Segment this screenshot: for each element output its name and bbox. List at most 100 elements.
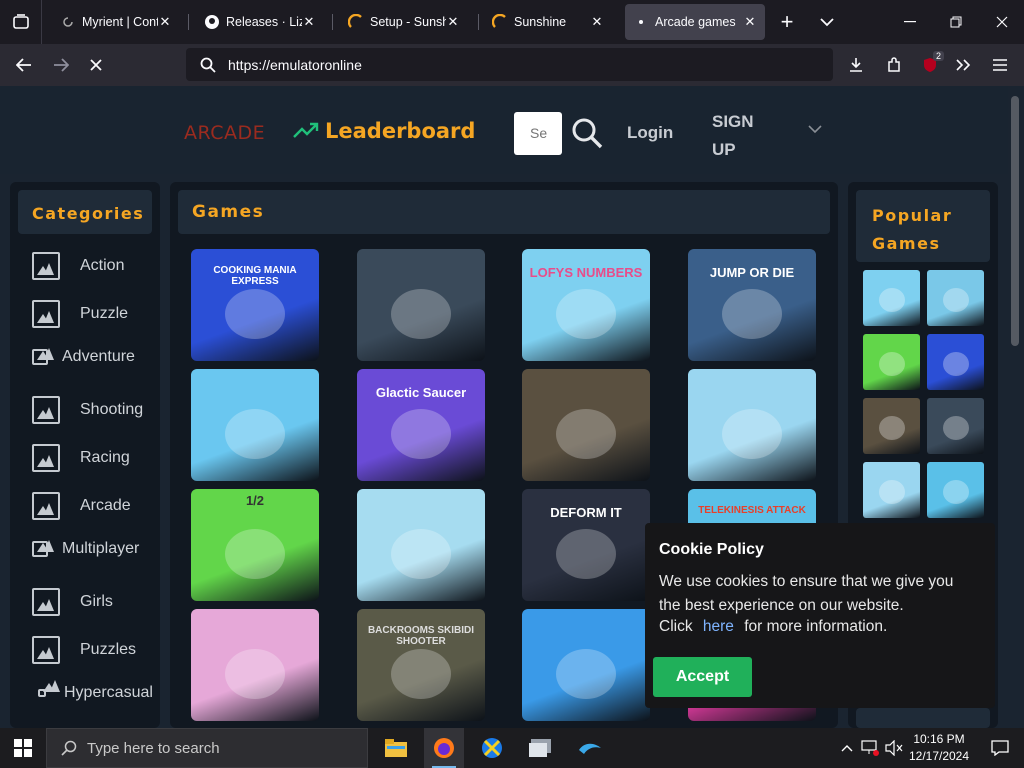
popular-game-thumbnail[interactable] — [927, 462, 984, 518]
nav-arcade-link[interactable]: ARCADE — [184, 122, 265, 144]
game-thumbnail[interactable] — [357, 249, 485, 361]
nav-leaderboard-link[interactable]: Leaderboard — [293, 119, 475, 143]
minimize-icon[interactable] — [890, 0, 930, 44]
popular-game-thumbnail[interactable] — [863, 462, 920, 518]
popular-game-art — [879, 352, 905, 376]
tab-arcade-games[interactable]: Arcade games ✕ — [625, 4, 765, 40]
firefox-icon[interactable] — [424, 728, 464, 768]
close-tab-icon[interactable]: ✕ — [446, 14, 460, 30]
category-item[interactable]: Hypercasual — [32, 680, 153, 702]
extensions-icon[interactable] — [876, 44, 912, 86]
game-art — [556, 649, 616, 699]
game-thumbnail[interactable] — [357, 489, 485, 601]
windows-logo-icon — [14, 739, 32, 757]
dolphin-emulator-icon[interactable] — [570, 728, 610, 768]
game-thumbnail[interactable]: 1/2 — [191, 489, 319, 601]
xbox-app-icon[interactable] — [472, 728, 512, 768]
network-icon[interactable] — [858, 728, 882, 768]
game-thumbnail[interactable] — [191, 609, 319, 721]
game-thumbnail[interactable]: Glactic Saucer — [357, 369, 485, 481]
game-thumbnail[interactable] — [522, 369, 650, 481]
accept-cookies-button[interactable]: Accept — [653, 657, 752, 697]
site-search-input[interactable] — [514, 112, 562, 155]
cookie-more-suffix: for more information. — [744, 618, 888, 635]
category-item[interactable]: Action — [32, 252, 124, 280]
close-window-icon[interactable] — [982, 0, 1022, 44]
category-item[interactable]: Racing — [32, 444, 130, 472]
category-label: Racing — [80, 449, 130, 466]
game-thumbnail[interactable] — [191, 369, 319, 481]
login-link[interactable]: Login — [627, 123, 673, 143]
leaderboard-label: Leaderboard — [325, 119, 476, 143]
popular-game-thumbnail[interactable] — [863, 398, 920, 454]
chevron-up-icon[interactable] — [836, 728, 858, 768]
menu-icon[interactable] — [982, 44, 1018, 86]
photos-app-icon[interactable] — [520, 728, 560, 768]
tab-label: Setup - Sunshin — [370, 15, 446, 29]
list-all-tabs-button[interactable] — [0, 0, 42, 44]
game-thumbnail[interactable] — [522, 609, 650, 721]
chevron-down-icon[interactable] — [812, 0, 842, 44]
game-thumbnail[interactable]: LOFYS NUMBERS — [522, 249, 650, 361]
popular-game-thumbnail[interactable] — [927, 334, 984, 390]
forward-icon[interactable] — [43, 44, 79, 86]
cookie-here-link[interactable]: here — [703, 618, 734, 635]
game-thumbnail[interactable]: JUMP OR DIE — [688, 249, 816, 361]
game-thumbnail[interactable]: BACKROOMS SKIBIDI SHOOTER — [357, 609, 485, 721]
game-thumbnail[interactable] — [688, 369, 816, 481]
address-bar[interactable]: https://emulatoronline — [186, 48, 833, 81]
image-icon — [32, 300, 60, 328]
search-icon[interactable] — [570, 116, 604, 150]
new-tab-icon[interactable]: + — [772, 0, 802, 44]
close-tab-icon[interactable]: ✕ — [302, 14, 316, 30]
windows-taskbar: Type here to search 10:16 PM 12/17/2024 — [0, 728, 1024, 768]
category-item[interactable]: Shooting — [32, 396, 143, 424]
category-item[interactable]: Arcade — [32, 492, 131, 520]
tab-releases[interactable]: Releases · Lizard ✕ — [196, 4, 324, 40]
image-icon — [32, 588, 60, 616]
restore-icon[interactable] — [936, 0, 976, 44]
start-button[interactable] — [3, 728, 43, 768]
close-tab-icon[interactable]: ✕ — [590, 14, 604, 30]
game-thumbnail[interactable]: DEFORM IT — [522, 489, 650, 601]
notifications-icon[interactable] — [980, 728, 1020, 768]
file-explorer-icon[interactable] — [376, 728, 416, 768]
volume-muted-icon[interactable] — [882, 728, 906, 768]
game-thumbnail[interactable]: COOKING MANIA EXPRESS — [191, 249, 319, 361]
chevron-down-icon[interactable] — [808, 124, 822, 134]
back-icon[interactable] — [6, 44, 42, 86]
category-item[interactable]: Puzzle — [32, 300, 128, 328]
game-art — [722, 409, 782, 459]
categories-panel: Categories Action Puzzle Adventure Shooting… — [10, 182, 160, 728]
stop-loading-icon[interactable] — [78, 44, 114, 86]
page-scrollbar-thumb[interactable] — [1011, 96, 1019, 346]
tab-myrient[interactable]: Myrient | Conte ✕ — [52, 4, 180, 40]
popular-game-thumbnail[interactable] — [927, 270, 984, 326]
game-title-text: COOKING MANIA EXPRESS — [213, 265, 297, 287]
category-item[interactable]: Girls — [32, 588, 113, 616]
close-tab-icon[interactable]: ✕ — [158, 14, 172, 30]
taskbar-search-box[interactable]: Type here to search — [46, 728, 368, 768]
tab-sunshine[interactable]: Sunshine ✕ — [484, 4, 612, 40]
category-item[interactable]: Adventure — [32, 348, 135, 366]
category-label: Adventure — [62, 348, 135, 365]
tab-setup-sunshine[interactable]: Setup - Sunshin ✕ — [340, 4, 468, 40]
game-title-text: LOFYS NUMBERS — [529, 265, 643, 280]
categories-title: Categories — [18, 190, 152, 234]
more-tools-icon[interactable] — [946, 44, 982, 86]
downloads-icon[interactable] — [838, 44, 874, 86]
popular-game-thumbnail[interactable] — [863, 334, 920, 390]
signup-link[interactable]: SIGN UP — [712, 108, 762, 164]
image-icon — [32, 492, 60, 520]
browser-nav-bar: https://emulatoronline 2 — [0, 44, 1024, 86]
system-clock[interactable]: 10:16 PM 12/17/2024 — [906, 731, 972, 765]
popular-game-thumbnail[interactable] — [863, 270, 920, 326]
popular-game-thumbnail[interactable] — [927, 398, 984, 454]
site-header: ARCADE Leaderboard Login SIGN UP — [0, 86, 1008, 174]
category-item[interactable]: Multiplayer — [32, 540, 139, 558]
ublock-icon[interactable]: 2 — [912, 44, 948, 86]
category-label: Girls — [80, 593, 113, 610]
close-tab-icon[interactable]: ✕ — [743, 14, 757, 30]
category-item[interactable]: Puzzles — [32, 636, 136, 664]
loading-icon — [60, 14, 76, 30]
